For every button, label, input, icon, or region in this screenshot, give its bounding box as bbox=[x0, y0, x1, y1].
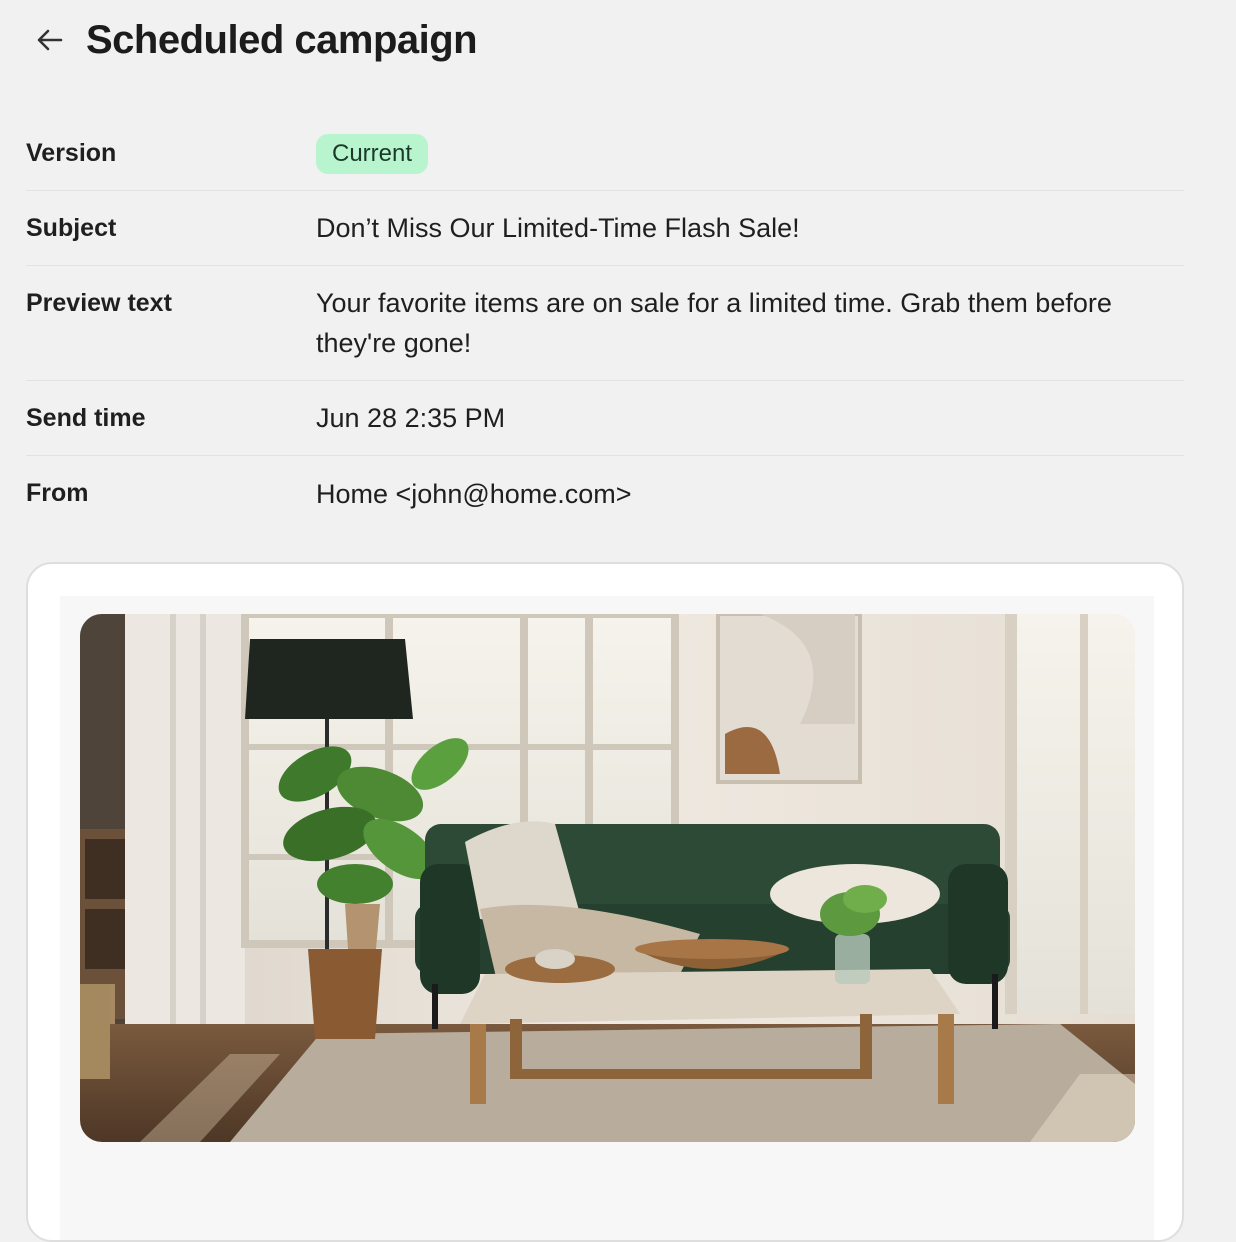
from-row: From Home <john@home.com> bbox=[26, 456, 1184, 531]
version-row: Version Current bbox=[26, 116, 1184, 191]
preview-text-label: Preview text bbox=[26, 289, 172, 317]
send-time-row: Send time Jun 28 2:35 PM bbox=[26, 381, 1184, 456]
version-label: Version bbox=[26, 138, 117, 167]
email-body bbox=[60, 596, 1154, 1240]
campaign-details: Version Current Subject Don’t Miss Our L… bbox=[26, 116, 1184, 531]
preview-text-value: Your favorite items are on sale for a li… bbox=[316, 288, 1112, 358]
status-badge: Current bbox=[316, 134, 429, 174]
send-time-label: Send time bbox=[26, 403, 146, 432]
page-title: Scheduled campaign bbox=[86, 17, 478, 62]
hero-image bbox=[80, 614, 1135, 1142]
from-label: From bbox=[26, 479, 89, 507]
back-button[interactable] bbox=[22, 12, 78, 68]
email-preview-card bbox=[26, 562, 1184, 1242]
subject-row: Subject Don’t Miss Our Limited-Time Flas… bbox=[26, 191, 1184, 266]
living-room-illustration bbox=[80, 614, 1135, 1142]
from-value: Home <john@home.com> bbox=[316, 478, 632, 509]
subject-value: Don’t Miss Our Limited-Time Flash Sale! bbox=[316, 213, 800, 243]
subject-label: Subject bbox=[26, 213, 117, 242]
preview-text-row: Preview text Your favorite items are on … bbox=[26, 266, 1184, 381]
send-time-value: Jun 28 2:35 PM bbox=[316, 403, 506, 433]
page-header: Scheduled campaign bbox=[26, 10, 478, 70]
arrow-left-icon bbox=[37, 29, 63, 51]
